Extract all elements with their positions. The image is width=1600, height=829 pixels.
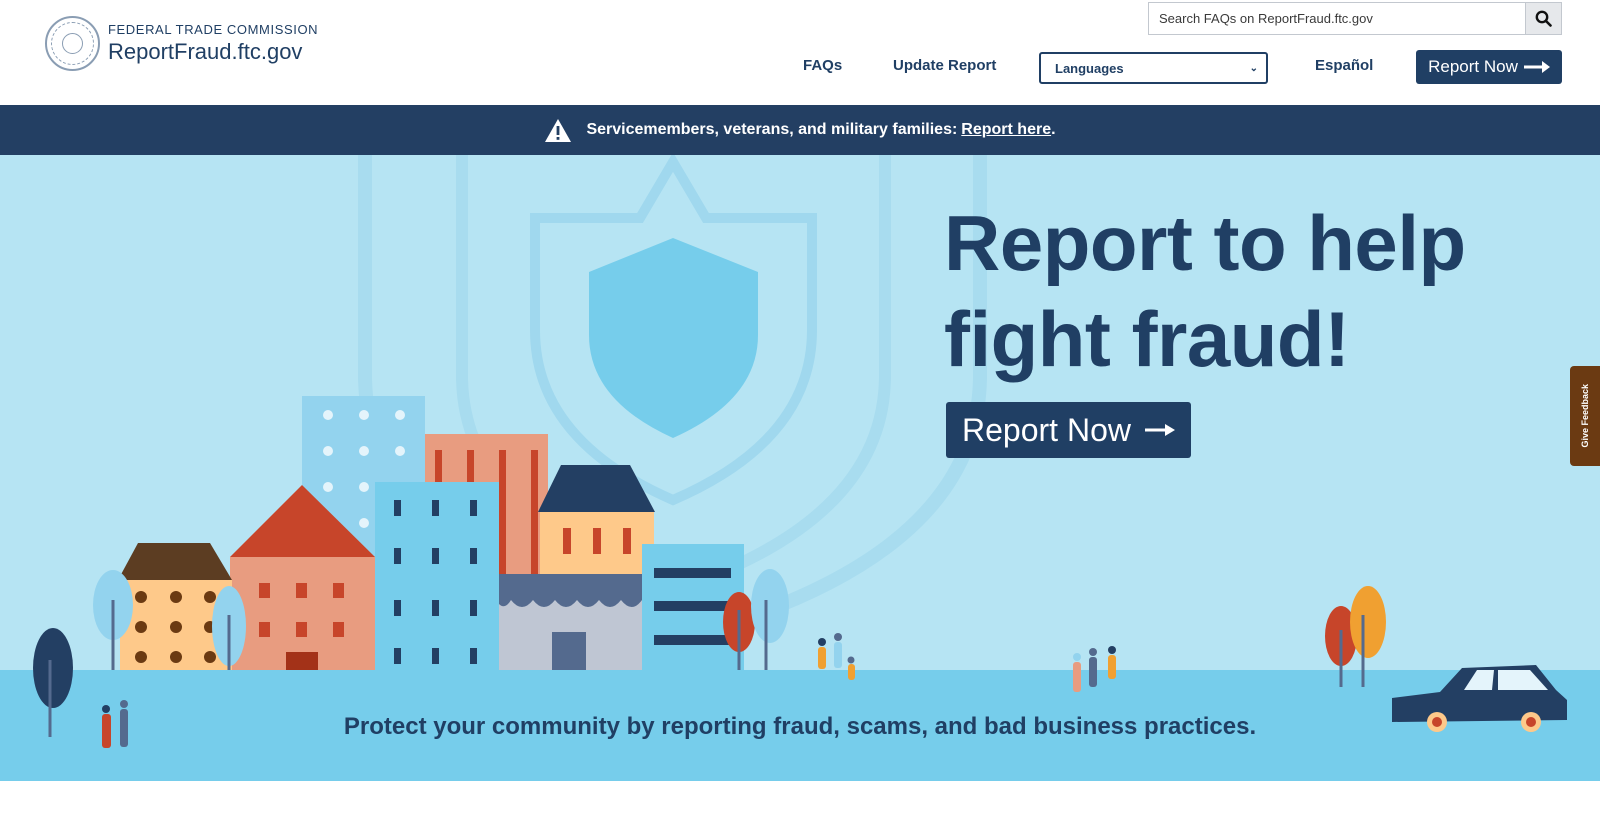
alert-report-here-link[interactable]: Report here	[961, 121, 1051, 139]
give-feedback-label: Give Feedback	[1580, 384, 1590, 448]
nav-update-report-link[interactable]: Update Report	[893, 57, 996, 74]
site-logo[interactable]: FEDERAL TRADE COMMISSION ReportFraud.ftc…	[45, 16, 318, 71]
hero-report-now-button[interactable]: Report Now	[946, 402, 1191, 458]
alert-period: .	[1051, 121, 1056, 138]
give-feedback-tab[interactable]: Give Feedback	[1570, 366, 1600, 466]
search-bar	[1148, 2, 1562, 35]
ftc-seal-icon	[45, 16, 100, 71]
languages-select[interactable]: Languages ⌄	[1039, 52, 1268, 84]
nav-espanol-link[interactable]: Español	[1315, 57, 1373, 74]
languages-select-value: Languages	[1055, 60, 1124, 76]
nav-faqs-link[interactable]: FAQs	[803, 57, 842, 74]
search-button[interactable]	[1525, 2, 1562, 35]
chevron-down-icon: ⌄	[1249, 62, 1258, 74]
hero-tagline: Protect your community by reporting frau…	[343, 713, 1257, 740]
warning-icon	[545, 118, 572, 142]
search-input[interactable]	[1148, 2, 1525, 35]
header-report-now-label: Report Now	[1428, 57, 1518, 76]
site-name: ReportFraud.ftc.gov	[108, 39, 303, 64]
alert-banner: Servicemembers, veterans, and military f…	[0, 105, 1600, 155]
search-icon	[1535, 10, 1552, 27]
hero-title-line1: Report to help	[944, 199, 1466, 287]
arrow-right-icon	[1144, 424, 1175, 436]
hero-report-now-label: Report Now	[962, 411, 1131, 448]
agency-name: FEDERAL TRADE COMMISSION	[108, 22, 319, 37]
hero-title: Report to help fight fraud!	[944, 195, 1466, 387]
site-header: FEDERAL TRADE COMMISSION ReportFraud.ftc…	[0, 0, 1600, 105]
arrow-right-icon	[1523, 61, 1550, 73]
header-report-now-button[interactable]: Report Now	[1416, 50, 1562, 84]
alert-text: Servicemembers, veterans, and military f…	[586, 121, 958, 138]
hero-title-line2: fight fraud!	[944, 295, 1350, 383]
